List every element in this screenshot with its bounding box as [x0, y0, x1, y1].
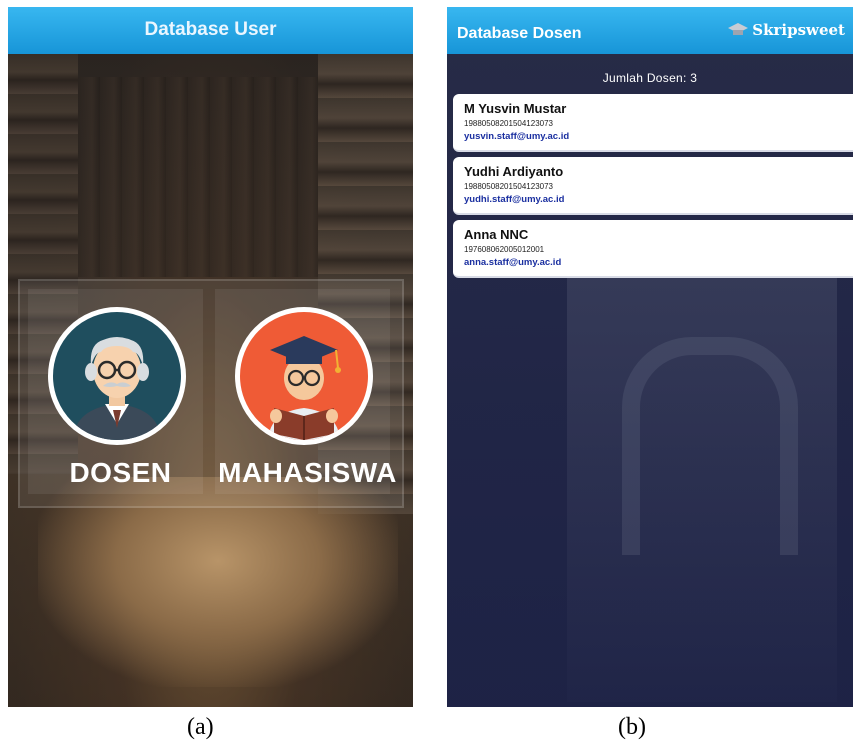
mahasiswa-label: MAHASISWA: [218, 457, 397, 488]
lecturer-nip: 19880508201504123073: [464, 119, 553, 128]
user-type-menu: DOSEN MAHASISWA: [18, 279, 404, 508]
lecturer-name: M Yusvin Mustar: [464, 101, 567, 116]
lecturer-card[interactable]: Anna NNC 197608062005012001 anna.staff@u…: [453, 220, 853, 278]
graduation-cap-icon: [728, 23, 749, 35]
brand-logo: Skripsweet: [728, 21, 845, 39]
student-avatar-icon: [235, 307, 373, 445]
mahasiswa-button[interactable]: MAHASISWA: [215, 289, 396, 494]
lecturer-email: yusvin.staff@umy.ac.id: [464, 131, 570, 142]
lecturer-card[interactable]: Yudhi Ardiyanto 19880508201504123073 yud…: [453, 157, 853, 215]
background-arch: [622, 337, 798, 555]
dosen-label: DOSEN: [69, 457, 172, 488]
background-open-book: [38, 477, 398, 687]
lecturer-email: anna.staff@umy.ac.id: [464, 257, 562, 268]
lecturer-count: Jumlah Dosen: 3: [602, 71, 698, 85]
brand-name: Skripsweet: [752, 21, 845, 39]
lecturer-card[interactable]: M Yusvin Mustar 19880508201504123073 yus…: [453, 94, 853, 152]
caption-a: (a): [187, 714, 214, 740]
lecturer-name: Anna NNC: [464, 227, 529, 242]
caption-b: (b): [618, 714, 646, 740]
page-title: Database Dosen: [457, 25, 582, 42]
page-title: Database User: [144, 19, 277, 40]
database-dosen-screen: Database Dosen Skripsweet Jumlah Dosen: …: [447, 7, 853, 707]
database-user-screen: Database User DOSEN MAHASISWA: [8, 7, 413, 707]
lecturer-nip: 197608062005012001: [464, 245, 545, 254]
lecturer-name: Yudhi Ardiyanto: [464, 164, 564, 179]
lecturer-nip: 19880508201504123073: [464, 182, 553, 191]
app-bar: Database User: [8, 7, 413, 54]
background-bookshelf: [78, 77, 318, 277]
app-bar: Database Dosen Skripsweet: [447, 7, 853, 54]
lecturer-email: yudhi.staff@umy.ac.id: [464, 194, 565, 205]
lecturer-avatar-icon: [48, 307, 186, 445]
dosen-button[interactable]: DOSEN: [28, 289, 203, 494]
